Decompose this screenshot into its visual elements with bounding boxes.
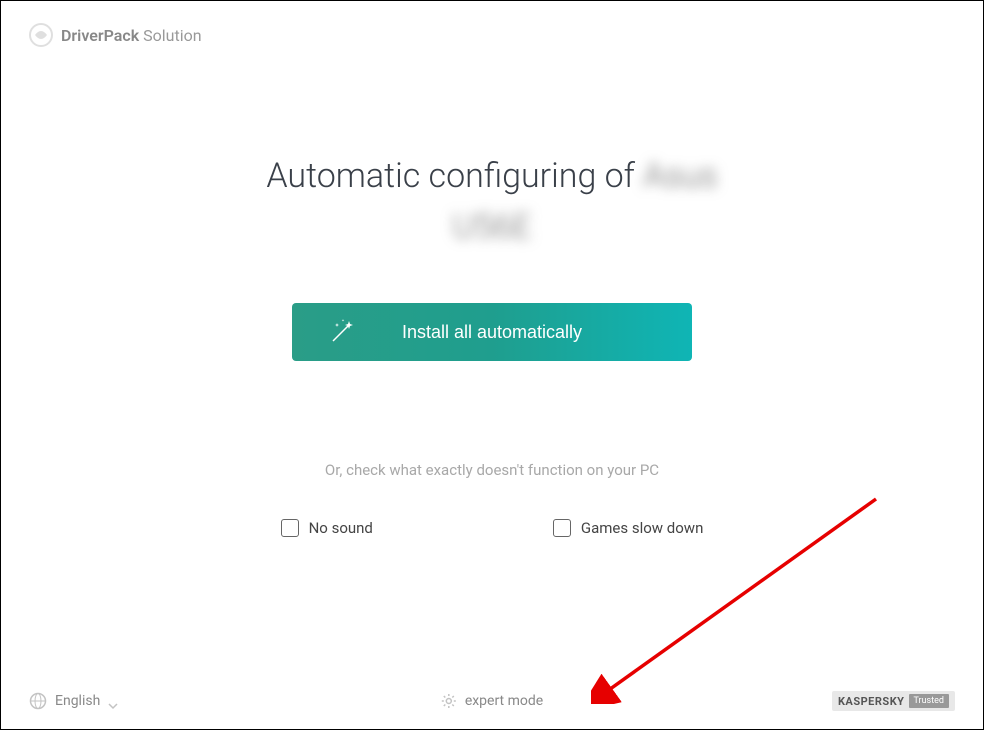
checkbox-box <box>281 519 299 537</box>
checkbox-no-sound[interactable]: No sound <box>281 519 373 537</box>
wand-icon <box>327 317 357 347</box>
install-button-label: Install all automatically <box>402 322 582 343</box>
checkbox-label: Games slow down <box>581 519 703 537</box>
kaspersky-logo-text: KASPERSKY <box>838 695 905 708</box>
logo-icon <box>29 23 53 47</box>
chevron-down-icon <box>108 696 118 706</box>
expert-mode-button[interactable]: expert mode <box>441 693 543 709</box>
header: DriverPack Solution <box>29 23 202 47</box>
main-content: Automatic configuring of Asus U56E Insta… <box>1 1 983 537</box>
brand-name: DriverPack Solution <box>61 26 202 45</box>
language-selector[interactable]: English <box>29 692 118 710</box>
checkbox-row: No sound Games slow down <box>281 519 704 537</box>
install-all-button[interactable]: Install all automatically <box>292 303 692 361</box>
globe-icon <box>29 692 47 710</box>
page-title: Automatic configuring of Asus U56E <box>266 151 717 253</box>
kaspersky-trusted-badge: KASPERSKY Trusted <box>832 691 955 711</box>
device-name-blurred: Asus <box>643 151 717 202</box>
checkbox-label: No sound <box>309 519 373 537</box>
device-name-blurred-line2: U56E <box>452 202 531 253</box>
gear-icon <box>441 693 457 709</box>
hint-text: Or, check what exactly doesn't function … <box>325 461 659 479</box>
expert-mode-label: expert mode <box>465 693 543 709</box>
trusted-badge-text: Trusted <box>909 694 950 708</box>
checkbox-box <box>553 519 571 537</box>
checkbox-games-slow[interactable]: Games slow down <box>553 519 703 537</box>
footer: English expert mode KASPERSKY Trusted <box>1 691 983 711</box>
language-label: English <box>55 693 100 709</box>
